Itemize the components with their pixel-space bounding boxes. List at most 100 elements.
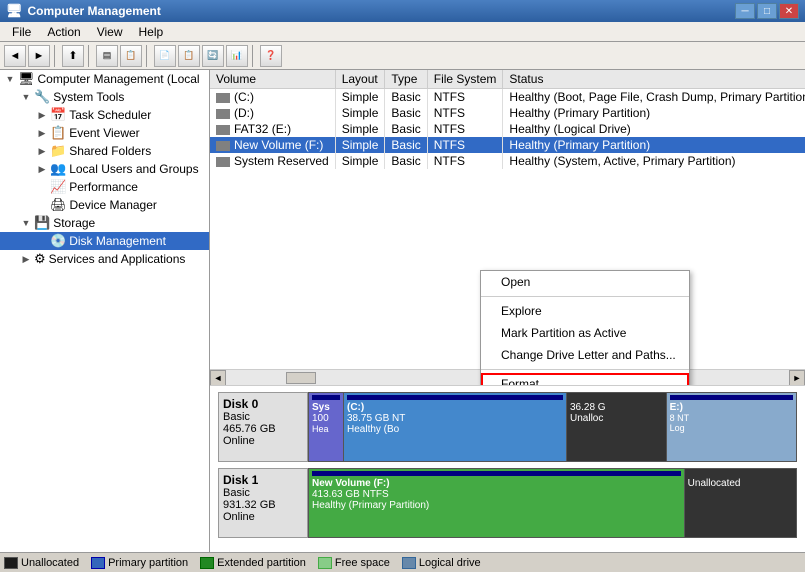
unalloc-1-label: Unallocated — [688, 478, 793, 489]
disk-1-unalloc[interactable]: Unallocated — [685, 469, 796, 537]
title-bar-text: Computer Management — [28, 4, 161, 18]
legend-primary-box — [91, 557, 105, 569]
legend-primary: Primary partition — [91, 557, 188, 569]
table-row[interactable]: (C:) Simple Basic NTFS Healthy (Boot, Pa… — [210, 89, 805, 106]
up-button[interactable]: ⬆ — [62, 45, 84, 67]
context-menu-item[interactable]: Change Drive Letter and Paths... — [481, 344, 689, 366]
disk-1-new-part[interactable]: New Volume (F:) 413.63 GB NTFS Healthy (… — [309, 469, 685, 537]
table-row[interactable]: (D:) Simple Basic NTFS Healthy (Primary … — [210, 105, 805, 121]
c-part-label: (C:) — [347, 402, 563, 413]
menu-action[interactable]: Action — [39, 23, 88, 41]
close-button[interactable]: ✕ — [779, 3, 799, 19]
legend-extended-label: Extended partition — [217, 557, 306, 569]
sidebar-item-services[interactable]: ▶ ⚙ Services and Applications — [0, 250, 209, 268]
sidebar-item-system-tools[interactable]: ▼ 🔧 System Tools — [0, 88, 209, 106]
expander-icon: ▶ — [34, 179, 50, 195]
properties-button[interactable]: 📋 — [178, 45, 200, 67]
content-area: Volume Layout Type File System Status C … — [210, 70, 805, 552]
cell-fs: NTFS — [427, 153, 503, 169]
minimize-button[interactable]: ─ — [735, 3, 755, 19]
scroll-left-btn[interactable]: ◄ — [210, 370, 226, 386]
menu-separator — [481, 296, 689, 297]
disk-0-size: 465.76 GB — [223, 423, 303, 435]
context-menu-item[interactable]: Explore — [481, 300, 689, 322]
sidebar: ▼ 🖥 Computer Management (Local ▼ 🔧 Syste… — [0, 70, 210, 552]
sidebar-item-shared-folders[interactable]: ▶ 📁 Shared Folders — [0, 142, 209, 160]
sidebar-item-performance[interactable]: ▶ 📈 Performance — [0, 178, 209, 196]
disk-0-type: Basic — [223, 411, 303, 423]
users-icon: 👥 — [50, 161, 66, 177]
sidebar-item-event-viewer[interactable]: ▶ 📋 Event Viewer — [0, 124, 209, 142]
cell-layout: Simple — [335, 121, 385, 137]
storage-icon: 💾 — [34, 215, 50, 231]
legend-extended-box — [200, 557, 214, 569]
cell-type: Basic — [385, 89, 427, 106]
table-row[interactable]: System Reserved Simple Basic NTFS Health… — [210, 153, 805, 169]
expander-icon: ▼ — [18, 215, 34, 231]
new-part-size: 413.63 GB NTFS — [312, 489, 681, 500]
cell-status: Healthy (Primary Partition) — [503, 105, 805, 121]
legend-primary-label: Primary partition — [108, 557, 188, 569]
disk-0-sys-part[interactable]: Sys 100 Hea — [309, 393, 344, 461]
sidebar-item-disk-management[interactable]: ▶ 💿 Disk Management — [0, 232, 209, 250]
refresh-button[interactable]: 🔄 — [202, 45, 224, 67]
disk-1-label: Disk 1 Basic 931.32 GB Online — [218, 468, 308, 538]
sidebar-item-storage[interactable]: ▼ 💾 Storage — [0, 214, 209, 232]
menu-file[interactable]: File — [4, 23, 39, 41]
services-icon: ⚙ — [34, 251, 46, 267]
context-menu-item[interactable]: Open — [481, 271, 689, 293]
cell-layout: Simple — [335, 89, 385, 106]
content-top: Volume Layout Type File System Status C … — [210, 70, 805, 385]
cell-type: Basic — [385, 121, 427, 137]
cell-fs: NTFS — [427, 121, 503, 137]
maximize-button[interactable]: □ — [757, 3, 777, 19]
cell-status: Healthy (Logical Drive) — [503, 121, 805, 137]
device-manager-icon: 🖨 — [50, 197, 67, 213]
legend-logical-label: Logical drive — [419, 557, 481, 569]
disk-0-e-part[interactable]: E:) 8 NT Log — [667, 393, 796, 461]
expander-icon: ▼ — [18, 89, 34, 105]
expander-icon: ▶ — [34, 197, 50, 213]
sidebar-item-device-manager[interactable]: ▶ 🖨 Device Manager — [0, 196, 209, 214]
context-menu-item[interactable]: Mark Partition as Active — [481, 322, 689, 344]
toolbar: ◄ ► ⬆ ▤ 📋 📄 📋 🔄 📊 ❓ — [0, 42, 805, 70]
context-menu-item[interactable]: Format... — [481, 373, 689, 385]
tools-icon: 🔧 — [34, 89, 50, 105]
expander-icon: ▶ — [34, 125, 50, 141]
cell-fs: NTFS — [427, 137, 503, 153]
table-row[interactable]: New Volume (F:) Simple Basic NTFS Health… — [210, 137, 805, 153]
scroll-right-btn[interactable]: ► — [789, 370, 805, 386]
menu-separator — [481, 369, 689, 370]
disk-1-partitions: New Volume (F:) 413.63 GB NTFS Healthy (… — [308, 468, 797, 538]
menu-view[interactable]: View — [89, 23, 131, 41]
c-part-size: 38.75 GB NT — [347, 413, 563, 424]
sidebar-item-task-scheduler[interactable]: ▶ 📅 Task Scheduler — [0, 106, 209, 124]
sys-part-sublabel: 100 — [312, 413, 340, 424]
new-button[interactable]: 📄 — [154, 45, 176, 67]
table-row[interactable]: FAT32 (E:) Simple Basic NTFS Healthy (Lo… — [210, 121, 805, 137]
main-area: ▼ 🖥 Computer Management (Local ▼ 🔧 Syste… — [0, 70, 805, 552]
disk-0-status: Online — [223, 435, 303, 447]
menu-help[interactable]: Help — [131, 23, 172, 41]
sidebar-item-computer-management[interactable]: ▼ 🖥 Computer Management (Local — [0, 70, 209, 88]
back-button[interactable]: ◄ — [4, 45, 26, 67]
legend-unallocated-box — [4, 557, 18, 569]
disk-0-partitions: Sys 100 Hea (C:) 38.75 GB NT Healthy (Bo… — [308, 392, 797, 462]
help-button[interactable]: ❓ — [260, 45, 282, 67]
disk-0-c-part[interactable]: (C:) 38.75 GB NT Healthy (Bo — [344, 393, 567, 461]
cell-fs: NTFS — [427, 105, 503, 121]
toolbar-btn-2[interactable]: 📋 — [120, 45, 142, 67]
disk-0-name: Disk 0 — [223, 397, 303, 411]
forward-button[interactable]: ► — [28, 45, 50, 67]
show-hide-tree-button[interactable]: ▤ — [96, 45, 118, 67]
export-button[interactable]: 📊 — [226, 45, 248, 67]
sidebar-item-local-users[interactable]: ▶ 👥 Local Users and Groups — [0, 160, 209, 178]
scroll-thumb[interactable] — [286, 372, 316, 384]
disk-1-type: Basic — [223, 487, 303, 499]
performance-icon: 📈 — [50, 179, 66, 195]
unalloc-label: 36.28 G — [570, 402, 663, 413]
disk-1-name: Disk 1 — [223, 473, 303, 487]
new-part-label: New Volume (F:) — [312, 478, 681, 489]
cell-volume: (D:) — [210, 105, 335, 121]
disk-0-unalloc[interactable]: 36.28 G Unalloc — [567, 393, 667, 461]
